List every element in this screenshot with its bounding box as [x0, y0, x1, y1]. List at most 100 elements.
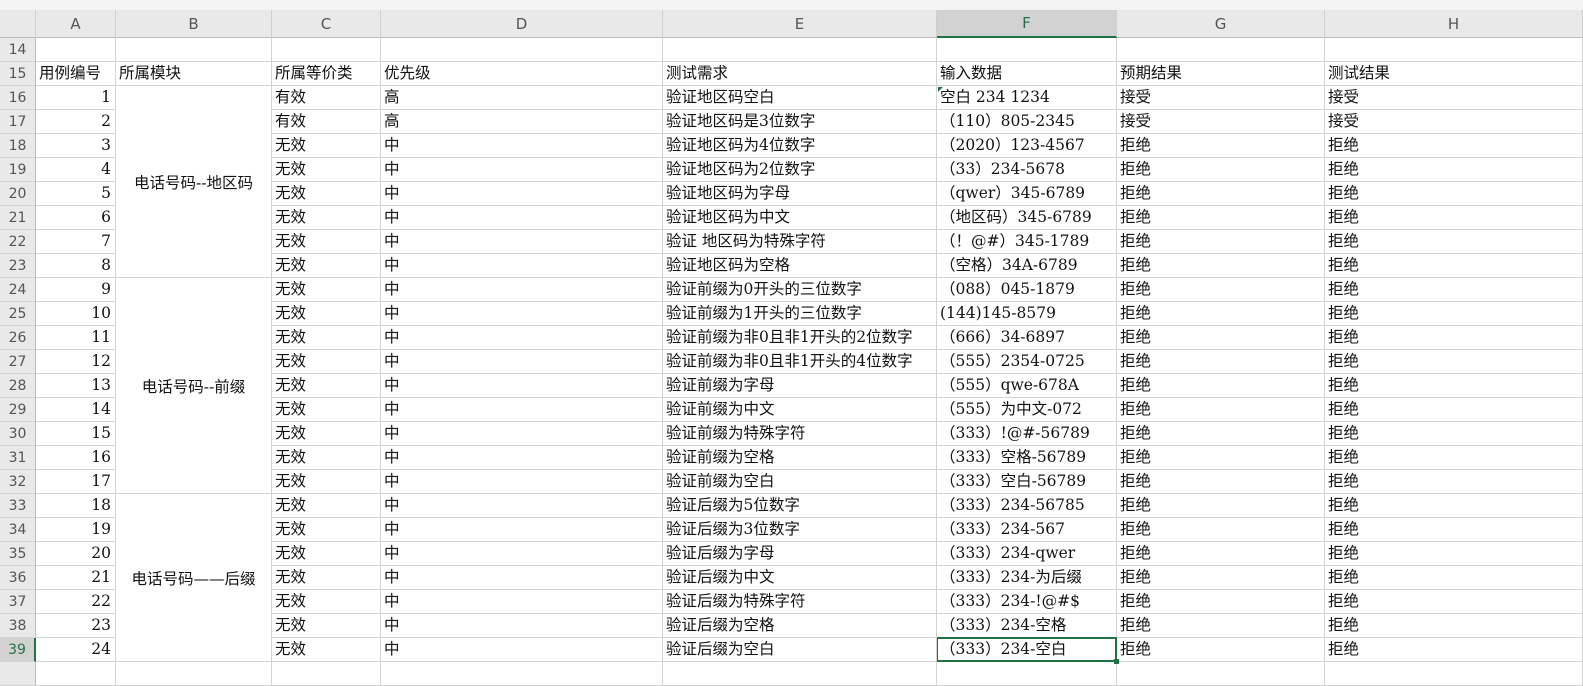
grid-cell[interactable]: 无效: [272, 638, 381, 662]
grid-cell[interactable]: （333）234-为后缀: [937, 566, 1117, 590]
grid-cell[interactable]: 20: [36, 542, 116, 566]
grid-cell[interactable]: （qwer）345-6789: [937, 182, 1117, 206]
grid-cell[interactable]: 接受: [1117, 86, 1325, 110]
grid-cell[interactable]: 拒绝: [1325, 230, 1583, 254]
grid-cell[interactable]: [272, 38, 381, 62]
grid-cell[interactable]: [1325, 662, 1583, 686]
row-header[interactable]: 31: [0, 446, 36, 470]
grid-cell[interactable]: 无效: [272, 422, 381, 446]
row-header[interactable]: 35: [0, 542, 36, 566]
grid-cell[interactable]: 接受: [1325, 86, 1583, 110]
grid-cell[interactable]: [36, 662, 116, 686]
grid-cell[interactable]: 2: [36, 110, 116, 134]
grid-cell[interactable]: （088）045-1879: [937, 278, 1117, 302]
grid-cell[interactable]: 中: [381, 230, 663, 254]
grid-cell[interactable]: 拒绝: [1117, 350, 1325, 374]
grid-cell[interactable]: 接受: [1325, 110, 1583, 134]
grid-cell[interactable]: 24: [36, 638, 116, 662]
header-cell[interactable]: 测试结果: [1325, 62, 1583, 86]
row-header[interactable]: 14: [0, 38, 36, 62]
grid-cell[interactable]: 拒绝: [1325, 590, 1583, 614]
grid-cell[interactable]: 验证前缀为中文: [663, 398, 937, 422]
grid-cell[interactable]: 21: [36, 566, 116, 590]
grid-cell[interactable]: 验证后缀为5位数字: [663, 494, 937, 518]
grid-cell[interactable]: 验证 地区码为特殊字符: [663, 230, 937, 254]
grid-cell[interactable]: 拒绝: [1117, 278, 1325, 302]
grid-cell[interactable]: 拒绝: [1325, 422, 1583, 446]
grid-cell[interactable]: 中: [381, 494, 663, 518]
grid-cell[interactable]: [1325, 38, 1583, 62]
column-header-c[interactable]: C: [272, 10, 381, 38]
grid-cell[interactable]: 中: [381, 638, 663, 662]
grid-cell[interactable]: 16: [36, 446, 116, 470]
grid-cell[interactable]: 中: [381, 326, 663, 350]
grid-cell[interactable]: （110）805-2345: [937, 110, 1117, 134]
grid-cell[interactable]: [937, 662, 1117, 686]
grid-cell[interactable]: 15: [36, 422, 116, 446]
row-header[interactable]: 26: [0, 326, 36, 350]
grid-cell[interactable]: 中: [381, 302, 663, 326]
grid-cell[interactable]: 高: [381, 110, 663, 134]
grid-cell[interactable]: 拒绝: [1325, 278, 1583, 302]
grid-cell[interactable]: 无效: [272, 398, 381, 422]
row-header[interactable]: 15: [0, 62, 36, 86]
grid-cell[interactable]: （！@#）345-1789: [937, 230, 1117, 254]
grid-cell[interactable]: 验证后缀为特殊字符: [663, 590, 937, 614]
grid-cell[interactable]: 拒绝: [1325, 134, 1583, 158]
row-header[interactable]: 22: [0, 230, 36, 254]
column-header-h[interactable]: H: [1325, 10, 1583, 38]
row-header[interactable]: [0, 662, 36, 686]
row-header[interactable]: 36: [0, 566, 36, 590]
grid-cell[interactable]: 无效: [272, 206, 381, 230]
row-header[interactable]: 28: [0, 374, 36, 398]
grid-cell[interactable]: 中: [381, 518, 663, 542]
grid-cell[interactable]: 验证前缀为1开头的三位数字: [663, 302, 937, 326]
header-cell[interactable]: 优先级: [381, 62, 663, 86]
grid-cell[interactable]: [1117, 38, 1325, 62]
grid-cell[interactable]: 高: [381, 86, 663, 110]
row-header[interactable]: 18: [0, 134, 36, 158]
grid-cell[interactable]: 验证前缀为空格: [663, 446, 937, 470]
grid-cell[interactable]: 8: [36, 254, 116, 278]
row-header[interactable]: 19: [0, 158, 36, 182]
grid-cell[interactable]: 有效: [272, 110, 381, 134]
grid-cell[interactable]: 拒绝: [1325, 542, 1583, 566]
grid-cell[interactable]: 无效: [272, 182, 381, 206]
row-header[interactable]: 21: [0, 206, 36, 230]
grid-cell[interactable]: 无效: [272, 614, 381, 638]
grid-cell[interactable]: 中: [381, 590, 663, 614]
grid-cell[interactable]: 1: [36, 86, 116, 110]
grid-cell[interactable]: 23: [36, 614, 116, 638]
grid-cell[interactable]: （333）234-56785: [937, 494, 1117, 518]
grid-cell[interactable]: 验证地区码为空格: [663, 254, 937, 278]
grid-cell[interactable]: 10: [36, 302, 116, 326]
grid-cell[interactable]: 拒绝: [1325, 614, 1583, 638]
grid-cell[interactable]: （333）234-!@#$: [937, 590, 1117, 614]
grid-cell[interactable]: 拒绝: [1117, 326, 1325, 350]
grid-cell[interactable]: [36, 38, 116, 62]
grid-cell[interactable]: 中: [381, 470, 663, 494]
grid-cell[interactable]: 19: [36, 518, 116, 542]
grid-cell[interactable]: （333）空格-56789: [937, 446, 1117, 470]
grid-cell[interactable]: 中: [381, 566, 663, 590]
grid-cell[interactable]: 无效: [272, 470, 381, 494]
grid-cell[interactable]: 13: [36, 374, 116, 398]
grid-cell[interactable]: 无效: [272, 302, 381, 326]
column-header-e[interactable]: E: [663, 10, 937, 38]
grid-cell[interactable]: （地区码）345-6789: [937, 206, 1117, 230]
row-header[interactable]: 16: [0, 86, 36, 110]
grid-cell[interactable]: 中: [381, 350, 663, 374]
grid-cell[interactable]: 验证地区码为2位数字: [663, 158, 937, 182]
grid-cell[interactable]: 17: [36, 470, 116, 494]
row-header[interactable]: 24: [0, 278, 36, 302]
grid-cell[interactable]: 中: [381, 398, 663, 422]
header-cell[interactable]: 预期结果: [1117, 62, 1325, 86]
grid-cell[interactable]: 中: [381, 446, 663, 470]
grid-cell[interactable]: 拒绝: [1117, 302, 1325, 326]
row-header[interactable]: 27: [0, 350, 36, 374]
header-cell[interactable]: 所属模块: [116, 62, 272, 86]
grid-cell[interactable]: 无效: [272, 350, 381, 374]
header-cell[interactable]: 用例编号: [36, 62, 116, 86]
grid-cell[interactable]: 中: [381, 614, 663, 638]
grid-cell[interactable]: 14: [36, 398, 116, 422]
